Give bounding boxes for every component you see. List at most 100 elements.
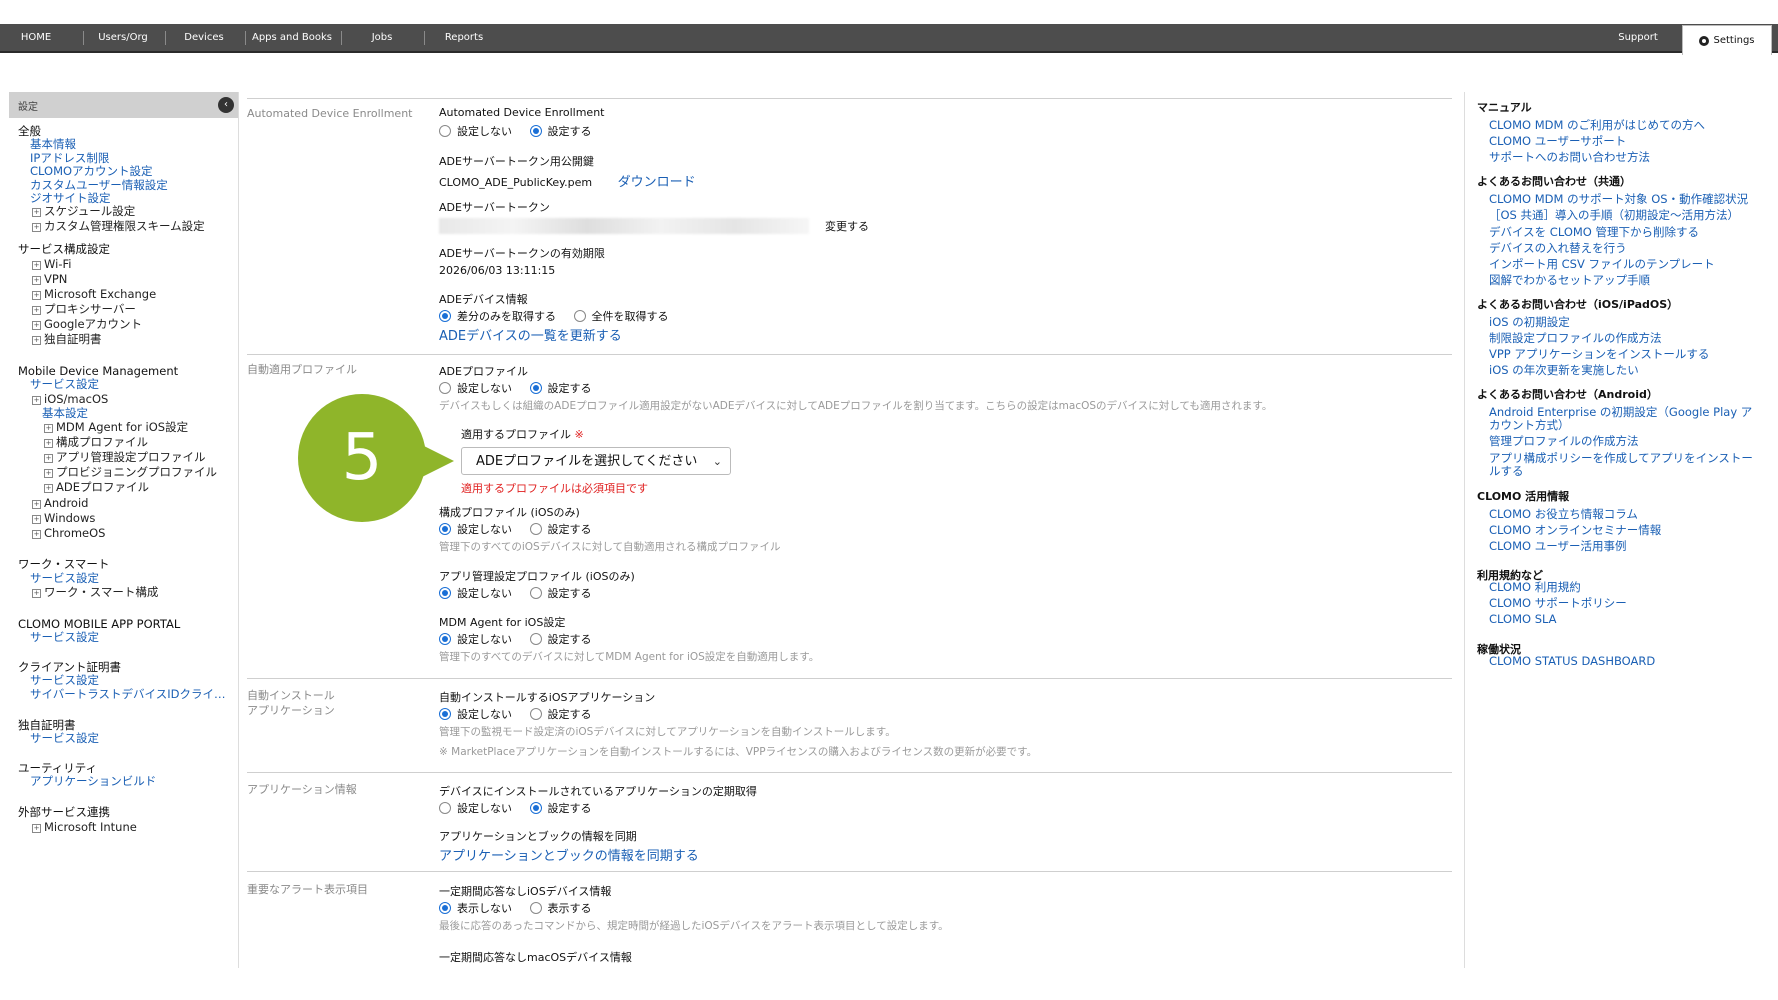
radio-profile-set[interactable]	[529, 382, 542, 394]
help-link[interactable]: 制限設定プロファイルの作成方法	[1489, 330, 1662, 346]
radio-autoinstall-set[interactable]	[529, 708, 542, 720]
sidebar-item[interactable]: + ADEプロファイル	[44, 480, 149, 495]
nav-jobs[interactable]: Jobs	[342, 24, 422, 51]
radio-mdmagent-set[interactable]	[529, 633, 542, 645]
ade-profile-select[interactable]: ADEプロファイルを選択してください ⌄	[461, 447, 731, 475]
expand-icon[interactable]: +	[32, 208, 41, 217]
radio-ios-hide[interactable]	[439, 902, 451, 914]
refresh-devices-link[interactable]: ADEデバイスの一覧を更新する	[439, 325, 622, 344]
help-link[interactable]: アプリ構成ポリシーを作成してアプリをインストー	[1489, 450, 1753, 466]
radio-periodic-set[interactable]	[529, 802, 542, 814]
sidebar-item[interactable]: アプリケーションビルド	[30, 774, 156, 789]
radio-ade-not-set[interactable]	[439, 125, 451, 137]
help-link[interactable]: インポート用 CSV ファイルのテンプレート	[1489, 256, 1715, 272]
expand-icon[interactable]: +	[32, 306, 41, 315]
sidebar-item[interactable]: + Windows	[32, 511, 95, 526]
sync-apps-books-link[interactable]: アプリケーションとブックの情報を同期する	[439, 845, 699, 864]
radio-appmgmt-not-set[interactable]	[439, 587, 451, 599]
radio-appmgmt-set[interactable]	[529, 587, 542, 599]
expand-icon[interactable]: +	[32, 276, 41, 285]
sidebar-item[interactable]: サービス設定	[30, 377, 99, 392]
sidebar-item[interactable]: 基本情報	[30, 137, 76, 152]
help-link[interactable]: CLOMO ユーザーサポート	[1489, 133, 1626, 149]
expand-icon[interactable]: +	[32, 336, 41, 345]
sidebar-item[interactable]: + スケジュール設定	[32, 204, 135, 219]
sidebar-item[interactable]: サイバートラストデバイスIDクライ…	[30, 687, 225, 702]
change-token-link[interactable]: 変更する	[825, 218, 869, 234]
sidebar-item[interactable]: サービス設定	[30, 630, 99, 645]
expand-icon[interactable]: +	[32, 321, 41, 330]
expand-icon[interactable]: +	[44, 424, 53, 433]
sidebar-item[interactable]: + iOS/macOS	[32, 392, 108, 407]
nav-home[interactable]: HOME	[0, 24, 72, 51]
sidebar-item[interactable]: + Googleアカウント	[32, 317, 142, 332]
collapse-left-icon[interactable]: ‹	[218, 97, 234, 113]
sidebar-item[interactable]: + 構成プロファイル	[44, 435, 148, 450]
expand-icon[interactable]: +	[32, 500, 41, 509]
help-link[interactable]: iOS の年次更新を実施したい	[1489, 362, 1639, 378]
expand-icon[interactable]: +	[32, 589, 41, 598]
sidebar-item[interactable]: + アプリ管理設定プロファイル	[44, 450, 206, 465]
sidebar-item[interactable]: + Wi-Fi	[32, 257, 71, 272]
expand-icon[interactable]: +	[44, 484, 53, 493]
radio-config-set[interactable]	[529, 523, 542, 535]
help-link[interactable]: ルする	[1489, 463, 1524, 479]
sidebar-item[interactable]: + Android	[32, 496, 88, 511]
sidebar-item[interactable]: + Microsoft Exchange	[32, 287, 156, 302]
expand-icon[interactable]: +	[44, 454, 53, 463]
radio-periodic-not-set[interactable]	[439, 802, 451, 814]
expand-icon[interactable]: +	[32, 824, 41, 833]
expand-icon[interactable]: +	[32, 530, 41, 539]
expand-icon[interactable]: +	[32, 223, 41, 232]
help-link[interactable]: 管理プロファイルの作成方法	[1489, 433, 1639, 449]
sidebar-item[interactable]: + カスタム管理権限スキーム設定	[32, 219, 205, 234]
expand-icon[interactable]: +	[44, 469, 53, 478]
help-link[interactable]: ［OS 共通］導入の手順（初期設定〜活用方法）	[1489, 207, 1739, 223]
expand-icon[interactable]: +	[32, 261, 41, 270]
expand-icon[interactable]: +	[32, 396, 41, 405]
sidebar-item[interactable]: + MDM Agent for iOS設定	[44, 420, 188, 435]
radio-ade-set[interactable]	[529, 125, 542, 137]
sidebar-item[interactable]: サービス設定	[30, 571, 99, 586]
sidebar-item[interactable]: CLOMOアカウント設定	[30, 164, 153, 179]
help-link[interactable]: CLOMO オンラインセミナー情報	[1489, 522, 1661, 538]
nav-settings-tab[interactable]: Settings	[1682, 25, 1772, 55]
expand-icon[interactable]: +	[32, 515, 41, 524]
expand-icon[interactable]: +	[44, 439, 53, 448]
nav-support[interactable]: Support	[1600, 24, 1676, 51]
sidebar-item[interactable]: + ChromeOS	[32, 526, 105, 541]
radio-get-all[interactable]	[573, 310, 586, 322]
help-link[interactable]: CLOMO お役立ち情報コラム	[1489, 506, 1638, 522]
radio-diff-only[interactable]	[439, 310, 451, 322]
help-link[interactable]: CLOMO MDM のご利用がはじめての方へ	[1489, 117, 1705, 133]
help-link[interactable]: カウント方式）	[1489, 417, 1570, 433]
help-link[interactable]: CLOMO サポートポリシー	[1489, 595, 1627, 611]
nav-reports[interactable]: Reports	[425, 24, 503, 51]
radio-autoinstall-not-set[interactable]	[439, 708, 451, 720]
sidebar-item[interactable]: + Microsoft Intune	[32, 820, 137, 835]
help-link[interactable]: CLOMO 利用規約	[1489, 579, 1581, 595]
sidebar-item[interactable]: + VPN	[32, 272, 67, 287]
expand-icon[interactable]: +	[32, 291, 41, 300]
help-link[interactable]: CLOMO STATUS DASHBOARD	[1489, 653, 1655, 669]
help-link[interactable]: デバイスの入れ替えを行う	[1489, 240, 1627, 256]
sidebar-item[interactable]: サービス設定	[30, 673, 99, 688]
sidebar-item[interactable]: サービス設定	[30, 731, 99, 746]
help-link[interactable]: VPP アプリケーションをインストールする	[1489, 346, 1709, 362]
help-link[interactable]: CLOMO SLA	[1489, 611, 1557, 627]
nav-devices[interactable]: Devices	[166, 24, 242, 51]
help-link[interactable]: サポートへのお問い合わせ方法	[1489, 149, 1650, 165]
radio-profile-not-set[interactable]	[439, 382, 451, 394]
radio-mdmagent-not-set[interactable]	[439, 633, 451, 645]
sidebar-item[interactable]: + ワーク・スマート構成	[32, 585, 158, 600]
sidebar-item[interactable]: + プロキシサーバー	[32, 302, 136, 317]
download-link[interactable]: ダウンロード	[618, 175, 696, 190]
help-link[interactable]: CLOMO MDM のサポート対象 OS・動作確認状況	[1489, 191, 1748, 207]
radio-config-not-set[interactable]	[439, 523, 451, 535]
sidebar-item[interactable]: + プロビジョニングプロファイル	[44, 465, 217, 480]
help-link[interactable]: 図解でわかるセットアップ手順	[1489, 272, 1650, 288]
nav-users-org[interactable]: Users/Org	[84, 24, 162, 51]
help-link[interactable]: デバイスを CLOMO 管理下から削除する	[1489, 224, 1699, 240]
radio-ios-show[interactable]	[529, 902, 542, 914]
help-link[interactable]: CLOMO ユーザー活用事例	[1489, 538, 1626, 554]
